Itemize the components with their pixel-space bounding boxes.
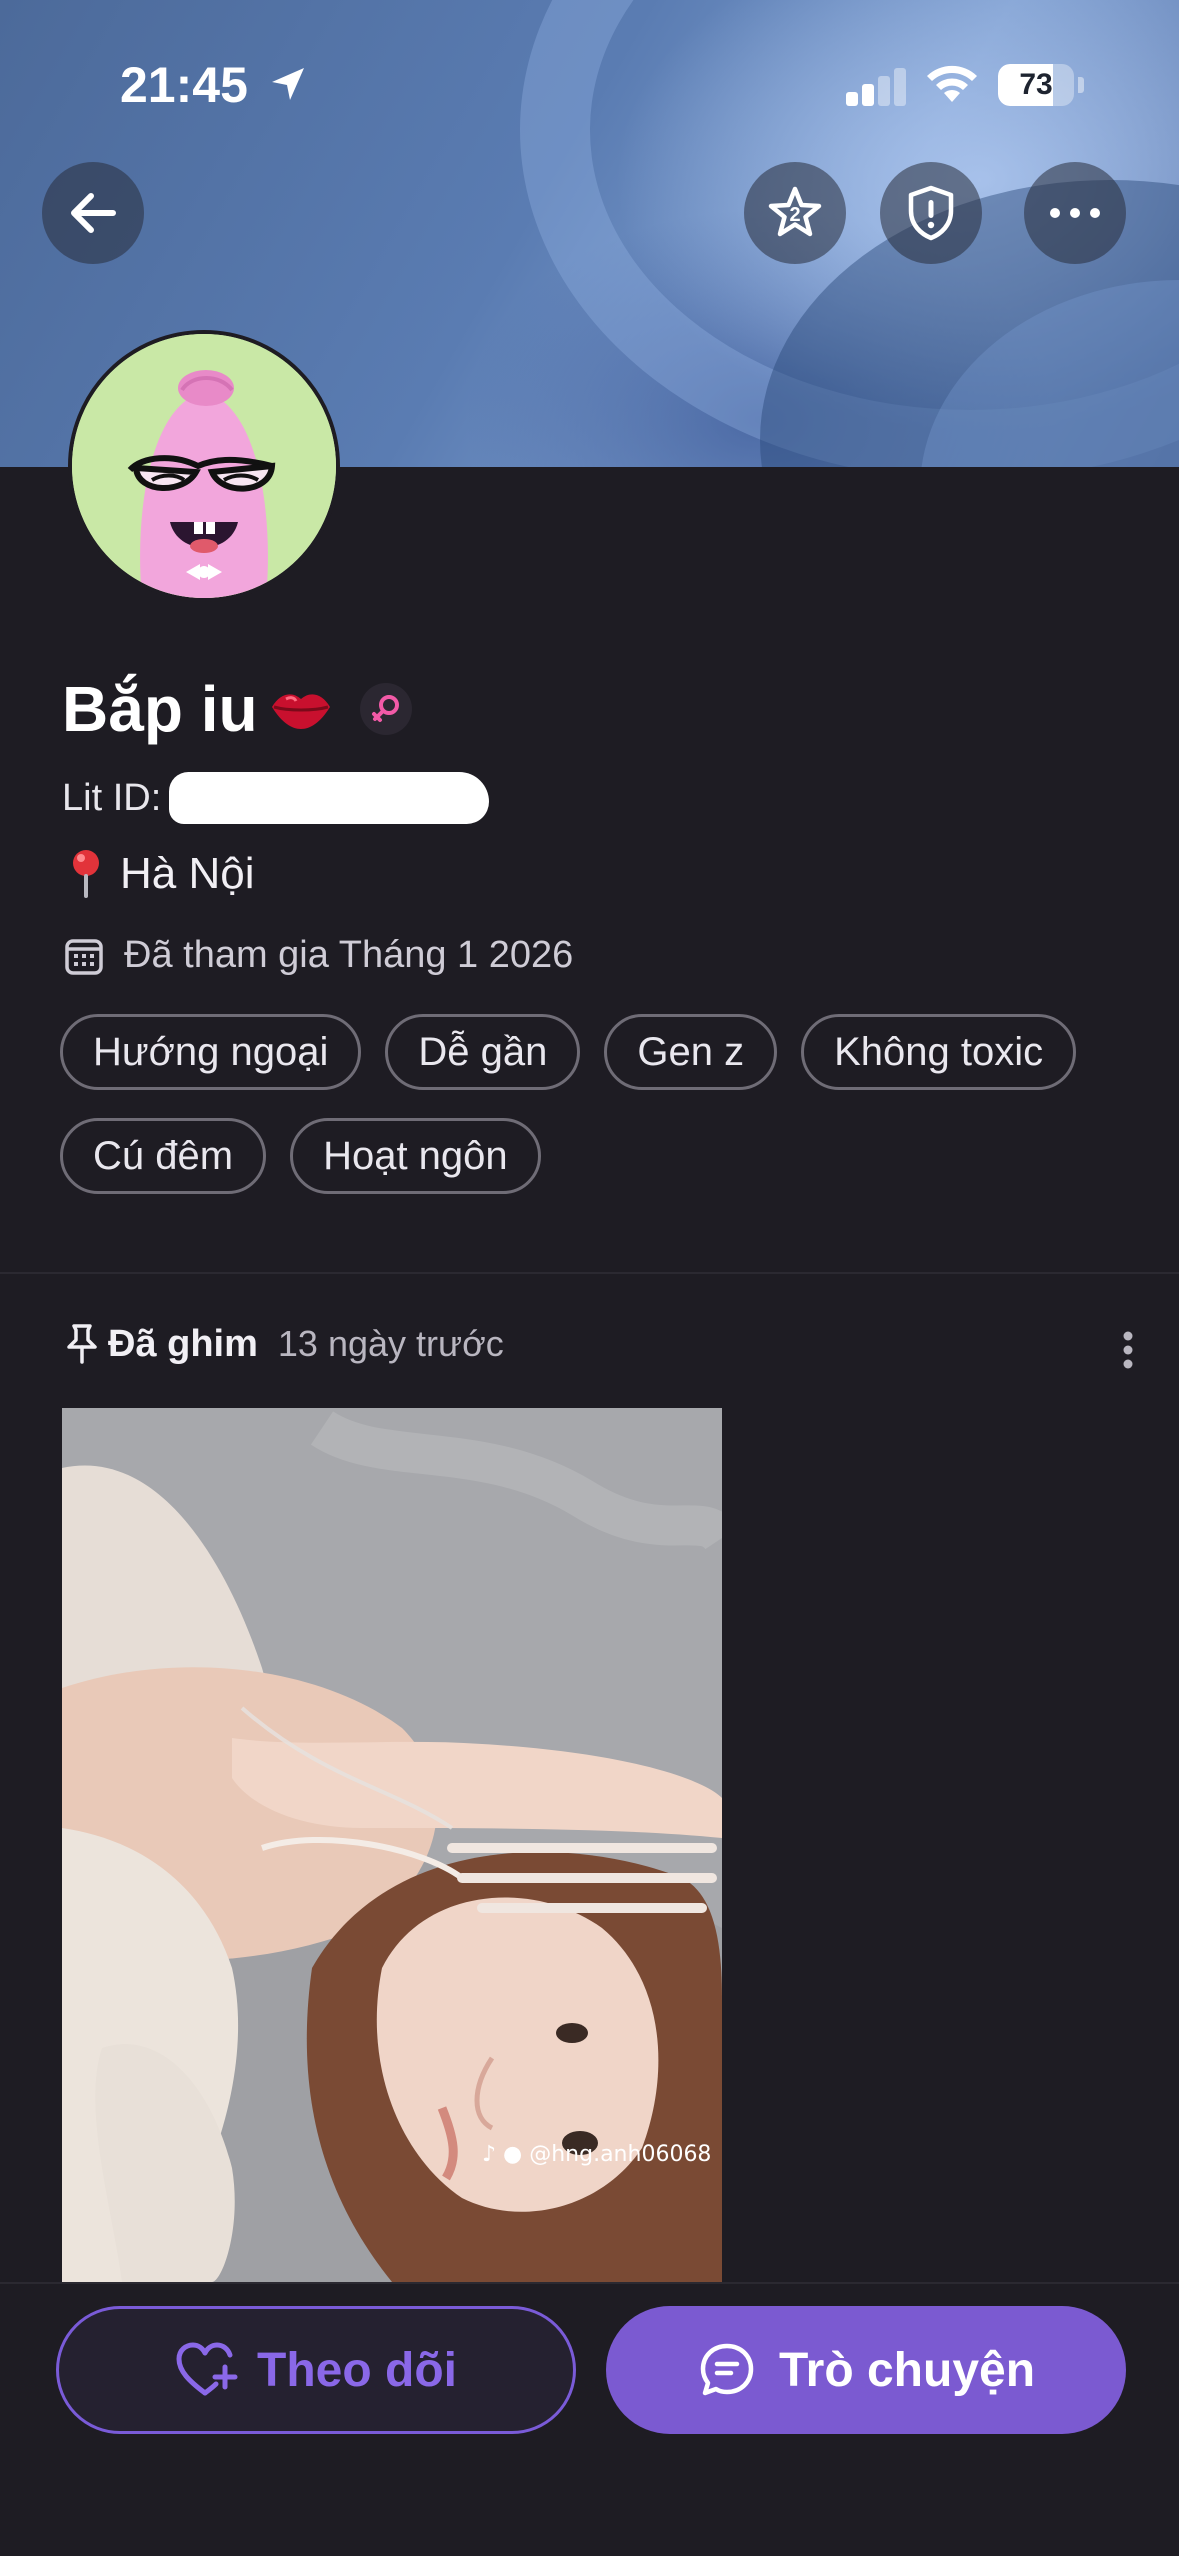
gender-badge [359,683,412,735]
status-time: 21:45 [120,57,248,113]
follow-button[interactable]: Theo dõi [56,2306,576,2434]
profile-screen: 21:45 73 2 Bắp iu Lit ID: Hà Nội Đã tham… [0,0,1179,2556]
tag-chip: Hướng ngoại [60,1014,362,1090]
favorite-button[interactable]: 2 [744,162,846,264]
tag-chip: Hoạt ngôn [290,1118,541,1194]
status-bar: 21:45 73 [0,0,1179,170]
profile-name-row: Bắp iu [62,672,412,746]
watermark-handle: @hng.anh06068 [529,2142,712,2167]
svg-text:2: 2 [789,204,800,226]
report-button[interactable] [880,162,982,264]
tag-chip: Gen z [604,1014,778,1090]
calendar-icon [65,938,103,975]
star-badge-icon: 2 [768,186,822,237]
battery-indicator: 73 [998,64,1074,106]
tiktok-logo-icon: ♪ ● [482,2142,523,2167]
female-symbol-icon [371,695,399,722]
cellular-signal-icon [846,66,908,106]
tag-chip: Dễ gần [385,1014,581,1090]
lit-id-row: Lit ID: [62,772,490,824]
post-more-vertical-icon[interactable] [1122,1330,1134,1370]
lips-emoji-icon [271,694,330,729]
joined-row: Đã tham gia Tháng 1 2026 [64,934,573,977]
more-options-button[interactable] [1024,162,1126,264]
follow-label: Theo dõi [257,2343,457,2397]
location-text: Hà Nội [120,849,255,898]
tag-chip: Không toxic [801,1014,1077,1090]
chat-label: Trò chuyện [778,2343,1036,2397]
lit-id-redacted [169,772,490,824]
pushpin-icon [67,1324,97,1364]
joined-text: Đã tham gia Tháng 1 2026 [124,934,574,976]
wifi-icon [927,65,977,102]
heart-plus-icon [176,2342,238,2396]
lit-id-label: Lit ID: [62,776,162,819]
pinned-post-header: Đã ghim 13 ngày trước [62,1322,1142,1366]
location-arrow-icon [272,68,304,100]
pink-monster-avatar-icon [72,334,336,598]
section-divider [0,1272,1179,1274]
red-pin-icon [73,850,99,898]
battery-percent: 73 [1019,68,1053,101]
back-button[interactable] [42,162,144,264]
shield-alert-icon [908,185,954,241]
interest-tags: Hướng ngoại Dễ gần Gen z Không toxic Cú … [60,1014,1140,1222]
location-row: Hà Nội [66,848,255,900]
chat-button[interactable]: Trò chuyện [606,2306,1126,2434]
profile-name: Bắp iu [62,673,258,745]
pinned-post-time: 13 ngày trước [277,1323,504,1364]
arrow-left-icon [71,193,116,233]
avatar[interactable] [68,330,340,602]
chat-bubble-icon [700,2343,754,2396]
tag-chip: Cú đêm [60,1118,267,1194]
pinned-label: Đã ghim [108,1322,258,1365]
tiktok-watermark: ♪ ● @hng.anh06068 [482,2142,711,2167]
more-horizontal-icon [1050,208,1100,218]
